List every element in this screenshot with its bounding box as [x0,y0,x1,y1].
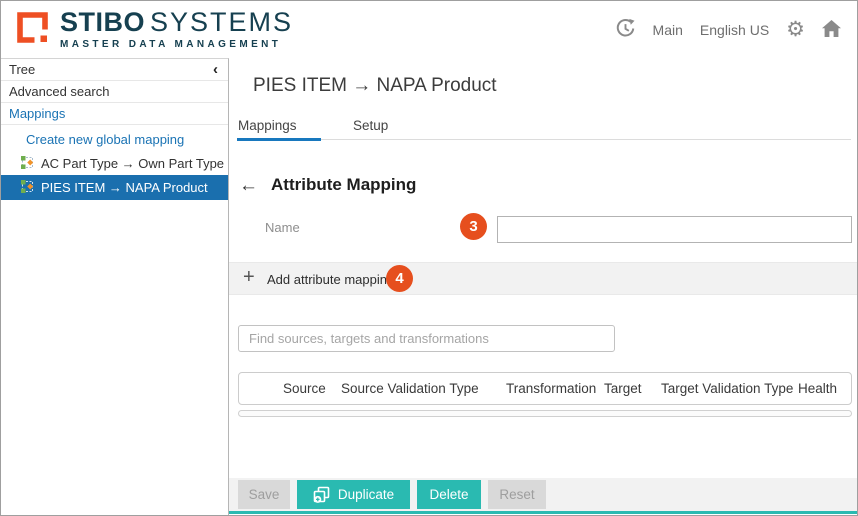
search-input[interactable] [238,325,615,352]
back-arrow-icon[interactable]: ← [239,176,258,195]
sidebar-item-advanced-search[interactable]: Advanced search [1,81,228,103]
header-actions: Main English US ⚙ [615,18,841,42]
duplicate-icon [313,486,330,503]
collapse-sidebar-icon[interactable]: ‹ [213,59,218,81]
reset-button[interactable]: Reset [488,480,546,509]
body-row: Tree ‹ Advanced search Mappings Create n… [1,58,857,515]
save-button[interactable]: Save [238,480,290,509]
mapping-icon [21,156,34,172]
sidebar-item-label: Advanced search [9,84,109,99]
mapping-icon [21,180,34,196]
empty-table-body [238,410,852,417]
column-header-health: Health [798,381,837,396]
brand-primary: STIBO [60,7,145,37]
column-header-transformation: Transformation [506,381,596,396]
gear-icon[interactable]: ⚙ [786,19,805,40]
app-window: STIBOSYSTEMS MASTER DATA MANAGEMENT Main… [0,0,858,516]
app-header: STIBOSYSTEMS MASTER DATA MANAGEMENT Main… [1,1,857,58]
column-header-source-validation-type: Source Validation Type [341,381,479,396]
language-selector[interactable]: English US [700,22,769,38]
mapping-table-header: Source Source Validation Type Transforma… [238,372,852,405]
brand-secondary: SYSTEMS [150,7,293,37]
sidebar-item-tree[interactable]: Tree ‹ [1,59,228,81]
stibo-square-icon [14,9,51,51]
sidebar: Tree ‹ Advanced search Mappings Create n… [1,58,229,515]
column-header-target-validation-type: Target Validation Type [661,381,793,396]
history-icon[interactable] [615,18,636,42]
logo-text: STIBOSYSTEMS MASTER DATA MANAGEMENT [60,9,293,50]
column-header-source: Source [283,381,326,396]
delete-button[interactable]: Delete [417,480,481,509]
duplicate-button-label: Duplicate [338,487,394,502]
sidebar-item-label: Tree [9,62,35,77]
footer-action-bar: Save Duplicate Delete Reset [229,478,857,511]
mapping-item-label: AC Part Type → Own Part Type [41,156,224,171]
add-attribute-mapping-button[interactable]: + Add attribute mapping 4 [229,262,857,295]
tab-setup[interactable]: Setup [353,118,388,133]
active-tab-indicator [237,138,321,141]
step-badge-3: 3 [460,213,487,240]
create-global-mapping-link[interactable]: Create new global mapping [1,128,228,152]
column-header-target: Target [604,381,642,396]
tab-bar: Mappings Setup [237,114,851,140]
step-badge-4: 4 [386,265,413,292]
page-title: PIES ITEM → NAPA Product [253,75,497,97]
section-heading: Attribute Mapping [271,175,416,195]
attribute-mapping-header: ← Attribute Mapping [239,175,416,195]
add-attribute-mapping-label: Add attribute mapping [267,272,394,287]
tab-mappings[interactable]: Mappings [238,118,297,133]
footer-accent-line [229,511,857,514]
main-context-link[interactable]: Main [653,22,683,38]
plus-icon: + [243,266,255,289]
stibo-logo: STIBOSYSTEMS MASTER DATA MANAGEMENT [14,9,293,51]
duplicate-button[interactable]: Duplicate [297,480,410,509]
mapping-item-pies-item[interactable]: PIES ITEM → NAPA Product [1,175,228,200]
name-label: Name [265,220,300,235]
sidebar-item-mappings[interactable]: Mappings [1,103,228,125]
main-panel: PIES ITEM → NAPA Product Mappings Setup … [229,58,857,515]
name-input[interactable] [497,216,852,243]
mapping-item-label: PIES ITEM → NAPA Product [41,180,208,195]
sidebar-item-label: Mappings [9,106,65,121]
brand-tagline: MASTER DATA MANAGEMENT [60,39,293,50]
mapping-item-ac-part-type[interactable]: AC Part Type → Own Part Type [1,152,228,175]
home-icon[interactable] [822,20,841,40]
